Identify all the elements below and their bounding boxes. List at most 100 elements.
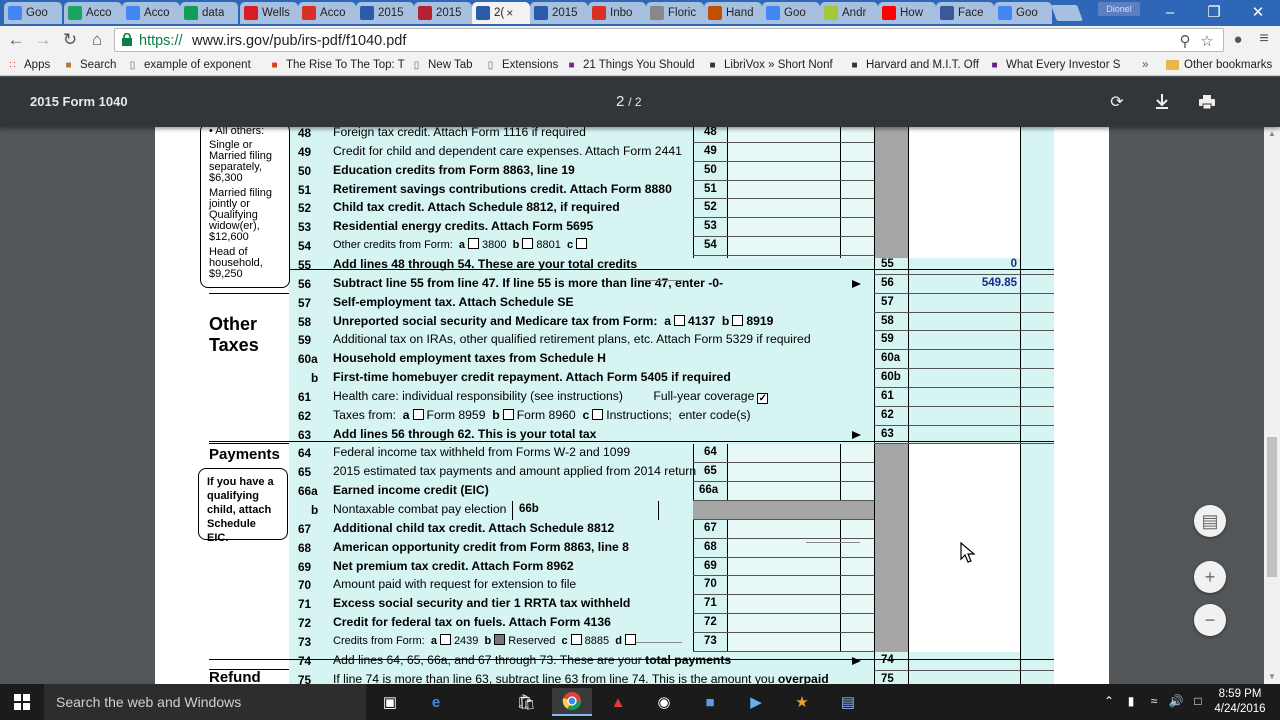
- page-current[interactable]: 2: [616, 93, 624, 110]
- restore-icon[interactable]: ❐: [1192, 0, 1236, 24]
- bookmark-2[interactable]: ▯ example of exponent: [126, 57, 251, 73]
- checkbox[interactable]: [522, 238, 534, 250]
- clock[interactable]: 8:59 PM 4/24/2016: [1212, 687, 1268, 717]
- tab-14[interactable]: Andr: [820, 2, 878, 24]
- print-icon[interactable]: [1196, 91, 1218, 113]
- checkbox[interactable]: [468, 238, 480, 250]
- edge-icon[interactable]: e: [416, 688, 456, 716]
- task-view-icon[interactable]: ▣: [370, 688, 410, 716]
- home-icon[interactable]: ⌂: [86, 29, 108, 51]
- code-entry-line[interactable]: [806, 542, 860, 543]
- tab-7[interactable]: 2015: [414, 2, 472, 24]
- bookmark-1[interactable]: ■ Search: [62, 57, 116, 73]
- address-bar[interactable]: https:// www.irs.gov/pub/irs-pdf/f1040.p…: [114, 28, 1224, 52]
- checkbox[interactable]: [624, 633, 636, 645]
- acrobat-icon[interactable]: ▲: [598, 688, 638, 716]
- tab-3[interactable]: data: [180, 2, 238, 24]
- code-entry-line[interactable]: [636, 642, 682, 643]
- checkbox[interactable]: [412, 408, 424, 420]
- code-entry-line[interactable]: [636, 280, 682, 281]
- tab-12[interactable]: Hand: [704, 2, 762, 24]
- tab-close-icon[interactable]: ×: [506, 6, 513, 20]
- zoom-out-icon[interactable]: −: [1194, 604, 1226, 636]
- checkbox[interactable]: [494, 633, 506, 645]
- checkbox[interactable]: [576, 238, 588, 250]
- checkbox[interactable]: [732, 314, 744, 326]
- tab-0[interactable]: Goo: [4, 2, 62, 24]
- bookmark-5[interactable]: ▯ Extensions: [484, 57, 559, 73]
- bookmark-label: Apps: [24, 59, 51, 71]
- profile-chip[interactable]: Dionel: [1098, 2, 1140, 16]
- bookmarks-overflow-icon[interactable]: »: [1142, 57, 1148, 73]
- battery-icon[interactable]: ▮: [1122, 692, 1140, 710]
- scroll-thumb[interactable]: [1267, 437, 1277, 577]
- flag-icon: [418, 6, 432, 20]
- bookmark-7[interactable]: ■ LibriVox » Short Nonf: [706, 57, 832, 73]
- bookmark-9[interactable]: ■ What Every Investor S: [988, 57, 1120, 73]
- bookmark-6[interactable]: ■ 21 Things You Should: [565, 57, 694, 73]
- download-icon[interactable]: [1151, 91, 1173, 113]
- bookmark-8[interactable]: ■ Harvard and M.I.T. Off: [848, 57, 978, 73]
- taskbar-search-input[interactable]: Search the web and Windows: [44, 684, 366, 720]
- tab-17[interactable]: Goo: [994, 2, 1052, 24]
- line-56-amount[interactable]: 549.85: [917, 277, 1017, 289]
- line-option-c_val: 8885: [584, 634, 610, 647]
- app-icon-4[interactable]: ▤: [828, 688, 868, 716]
- windows-start-icon[interactable]: [0, 684, 44, 720]
- chrome-taskbar-icon[interactable]: [552, 688, 592, 716]
- tab-11[interactable]: Floric: [646, 2, 704, 24]
- bookmark-0[interactable]: ∷ Apps: [6, 57, 50, 73]
- notification-icon[interactable]: □: [1189, 692, 1207, 710]
- tab-16[interactable]: Face: [936, 2, 994, 24]
- app-icon-2[interactable]: ■: [690, 688, 730, 716]
- line-60a-label: Household employment taxes from Schedule…: [333, 351, 606, 365]
- scrollbar[interactable]: ▲ ▼: [1264, 127, 1280, 684]
- checkbox[interactable]: [592, 408, 604, 420]
- zoom-in-icon[interactable]: +: [1194, 561, 1226, 593]
- tab-13[interactable]: Goo: [762, 2, 820, 24]
- app-icon-3[interactable]: ★: [782, 688, 822, 716]
- tab-6[interactable]: 2015: [356, 2, 414, 24]
- zoom-icon[interactable]: ⚲: [1175, 31, 1195, 51]
- tab-2[interactable]: Acco: [122, 2, 180, 24]
- app-icon-1[interactable]: ◉: [644, 688, 684, 716]
- close-window-icon[interactable]: ✕: [1236, 0, 1280, 24]
- tab-1[interactable]: Acco: [64, 2, 122, 24]
- chrome-menu-icon[interactable]: ≡: [1254, 30, 1274, 50]
- rotate-icon[interactable]: ⟳: [1106, 91, 1128, 113]
- line-box-label: 59: [881, 333, 894, 346]
- new-tab-button[interactable]: [1051, 5, 1083, 21]
- tab-5[interactable]: Acco: [298, 2, 356, 24]
- tab-label: 2015: [378, 7, 404, 19]
- checkbox[interactable]: [570, 633, 582, 645]
- checkbox[interactable]: [439, 633, 451, 645]
- tab-label: Acco: [144, 7, 170, 19]
- checkbox[interactable]: [502, 408, 514, 420]
- tab-4[interactable]: Wells: [240, 2, 298, 24]
- bookmark-star-icon[interactable]: ☆: [1197, 31, 1217, 51]
- other-bookmarks[interactable]: Other bookmarks: [1166, 57, 1272, 73]
- video-icon[interactable]: ▶: [736, 688, 776, 716]
- tab-8[interactable]: 2(×: [472, 2, 530, 24]
- minimize-icon[interactable]: –: [1148, 0, 1192, 24]
- line-box-label: 68: [704, 540, 717, 553]
- bookmark-3[interactable]: ■ The Rise To The Top: T: [268, 57, 404, 73]
- tab-9[interactable]: 2015: [530, 2, 588, 24]
- wifi-icon[interactable]: ≈: [1145, 692, 1163, 710]
- scroll-up-icon[interactable]: ▲: [1268, 129, 1276, 138]
- store-icon[interactable]: 🛍: [506, 688, 546, 716]
- tab-15[interactable]: How: [878, 2, 936, 24]
- extension-icon[interactable]: ●: [1228, 29, 1248, 49]
- full-year-coverage-checkbox[interactable]: ✓: [757, 392, 769, 404]
- checkbox[interactable]: [673, 314, 685, 326]
- reload-icon[interactable]: ↻: [59, 29, 81, 51]
- fit-page-icon[interactable]: ▤: [1194, 505, 1226, 537]
- volume-icon[interactable]: 🔊: [1167, 692, 1185, 710]
- tab-10[interactable]: Inbo: [588, 2, 646, 24]
- tray-up-icon[interactable]: ⌃: [1100, 692, 1118, 710]
- bookmark-4[interactable]: ▯ New Tab: [410, 57, 473, 73]
- forward-icon[interactable]: →: [32, 29, 54, 51]
- back-icon[interactable]: ←: [5, 29, 27, 51]
- pdf-viewport[interactable]: 48 Foreign tax credit. Attach Form 1116 i…: [0, 127, 1264, 684]
- scroll-down-icon[interactable]: ▼: [1268, 672, 1276, 681]
